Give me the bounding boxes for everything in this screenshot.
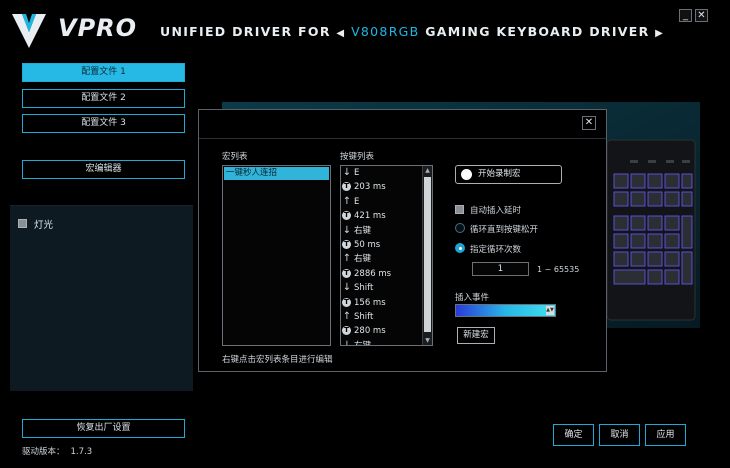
key-down-icon: ↓ xyxy=(342,282,352,294)
record-icon xyxy=(461,169,472,180)
version-label: 驱动版本： xyxy=(22,447,65,457)
light-label: 灯光 xyxy=(34,220,54,231)
macro-list[interactable]: 一键秒人连招 xyxy=(222,165,331,346)
key-event-row[interactable]: T 280 ms xyxy=(341,324,432,338)
delay-icon: T xyxy=(342,297,351,307)
delay-icon: T xyxy=(342,182,351,192)
profile-3-button[interactable]: 配置文件 3 xyxy=(22,114,185,133)
key-down-icon: ↓ xyxy=(342,167,352,178)
key-event-text: 203 ms xyxy=(354,182,386,193)
key-event-text: 2886 ms xyxy=(354,268,392,279)
delay-icon: T xyxy=(342,211,351,221)
key-event-row[interactable]: T 156 ms xyxy=(341,296,432,310)
key-event-text: Shift xyxy=(354,311,374,322)
start-record-button[interactable]: 开始录制宏 xyxy=(455,165,562,184)
loop-until-release-option[interactable]: 循环直到按键松开 xyxy=(455,223,538,235)
next-model-arrow-icon[interactable]: ▶ xyxy=(655,28,664,39)
delay-icon: T xyxy=(342,268,351,278)
key-event-text: E xyxy=(354,168,360,178)
key-event-text: 右键 xyxy=(354,225,372,236)
loop-count-input[interactable]: 1 xyxy=(472,262,529,276)
driver-version: 驱动版本： 1.7.3 xyxy=(22,445,98,457)
delay-icon: T xyxy=(342,326,351,336)
delay-icon: T xyxy=(342,239,351,249)
key-event-text: 421 ms xyxy=(354,211,386,222)
window-close-button[interactable]: ✕ xyxy=(695,9,708,22)
dropdown-arrow-icon[interactable]: ▲▼ xyxy=(546,306,554,315)
loop-count-option[interactable]: 指定循环次数 xyxy=(455,243,521,255)
loop-until-release-radio[interactable] xyxy=(455,223,465,233)
key-event-text: 280 ms xyxy=(354,326,386,337)
key-event-text: 156 ms xyxy=(354,297,386,308)
scroll-thumb[interactable] xyxy=(424,177,431,332)
title-suffix: GAMING KEYBOARD DRIVER xyxy=(425,24,650,39)
key-event-rows: ↓ E T 203 ms ↑ E T 421 ms ↓ 右键 T 50 ms ↑ 右键 T 2886 ms ↓ S… xyxy=(341,166,432,346)
loop-count-range: 1 ~ 65535 xyxy=(537,265,580,274)
scroll-down-icon[interactable]: ▼ xyxy=(423,336,432,345)
profile-2-button[interactable]: 配置文件 2 xyxy=(22,89,185,108)
key-event-text: 50 ms xyxy=(354,239,381,250)
key-event-row[interactable]: ↑ 右键 xyxy=(341,252,432,266)
key-event-row[interactable]: T 203 ms xyxy=(341,180,432,194)
key-event-row[interactable]: ↓ 右键 xyxy=(341,339,432,346)
key-up-icon: ↑ xyxy=(342,253,352,265)
macro-list-title: 宏列表 xyxy=(222,152,248,162)
auto-delay-option[interactable]: 自动插入延时 xyxy=(455,204,521,216)
insert-event-select[interactable]: ▲▼ xyxy=(455,304,556,317)
version-value: 1.7.3 xyxy=(70,447,93,457)
dialog-titlebar xyxy=(199,110,606,139)
key-list[interactable]: ↓ E T 203 ms ↑ E T 421 ms ↓ 右键 T 50 ms ↑ 右键 T 2886 ms ↓ S… xyxy=(340,165,433,346)
macro-editor-dialog: ✕ 宏列表 一键秒人连招 按键列表 ↓ E T 203 ms ↑ E T 421 ms ↓ 右键 T… xyxy=(198,109,607,372)
brand-logo-text: VPRO xyxy=(58,14,138,42)
loop-count-radio[interactable] xyxy=(455,243,465,253)
profile-1-button[interactable]: 配置文件 1 xyxy=(22,63,185,82)
key-event-row[interactable]: T 2886 ms xyxy=(341,267,432,281)
factory-reset-button[interactable]: 恢复出厂设置 xyxy=(22,419,185,438)
minimize-button[interactable]: _ xyxy=(679,9,692,22)
key-list-scrollbar[interactable]: ▲ ▼ xyxy=(422,166,432,345)
key-list-title: 按键列表 xyxy=(340,152,375,162)
key-event-row[interactable]: ↓ E xyxy=(341,166,432,180)
title-prefix: UNIFIED DRIVER FOR xyxy=(160,24,331,39)
key-event-row[interactable]: T 421 ms xyxy=(341,209,432,223)
key-down-icon: ↓ xyxy=(342,339,352,346)
key-event-row[interactable]: ↑ Shift xyxy=(341,310,432,324)
insert-event-label: 插入事件 xyxy=(455,293,490,303)
auto-delay-checkbox[interactable] xyxy=(455,205,464,214)
auto-delay-label: 自动插入延时 xyxy=(470,206,522,216)
key-event-row[interactable]: ↑ E xyxy=(341,195,432,209)
dialog-close-button[interactable]: ✕ xyxy=(582,116,596,130)
macro-editor-button[interactable]: 宏编辑器 xyxy=(22,160,185,179)
prev-model-arrow-icon[interactable]: ◀ xyxy=(336,28,345,39)
key-event-text: 右键 xyxy=(354,254,372,265)
record-label: 开始录制宏 xyxy=(478,169,521,179)
vpro-logo-mark xyxy=(12,14,46,48)
cancel-button[interactable]: 取消 xyxy=(599,424,640,446)
scroll-up-icon[interactable]: ▲ xyxy=(423,166,432,175)
app-title: UNIFIED DRIVER FOR ◀ V808RGB GAMING KEYB… xyxy=(160,24,664,39)
key-event-row[interactable]: ↓ 右键 xyxy=(341,224,432,238)
model-name: V808RGB xyxy=(351,24,420,39)
key-event-row[interactable]: T 50 ms xyxy=(341,238,432,252)
key-event-text: Shift xyxy=(354,283,374,294)
key-up-icon: ↑ xyxy=(342,195,352,207)
loop-until-release-label: 循环直到按键松开 xyxy=(470,225,539,235)
loop-count-label: 指定循环次数 xyxy=(470,245,522,255)
light-panel: 灯光 xyxy=(10,205,193,391)
key-event-text: E xyxy=(354,196,360,207)
key-down-icon: ↓ xyxy=(342,224,352,236)
edit-hint: 右键点击宏列表条目进行编辑 xyxy=(222,355,333,365)
new-macro-button[interactable]: 新建宏 xyxy=(457,327,495,344)
macro-list-item[interactable]: 一键秒人连招 xyxy=(224,167,329,180)
apply-button[interactable]: 应用 xyxy=(645,424,686,446)
light-checkbox[interactable] xyxy=(18,219,27,228)
ok-button[interactable]: 确定 xyxy=(553,424,594,446)
key-event-text: 右键 xyxy=(354,340,372,346)
key-up-icon: ↑ xyxy=(342,310,352,322)
key-event-row[interactable]: ↓ Shift xyxy=(341,281,432,295)
